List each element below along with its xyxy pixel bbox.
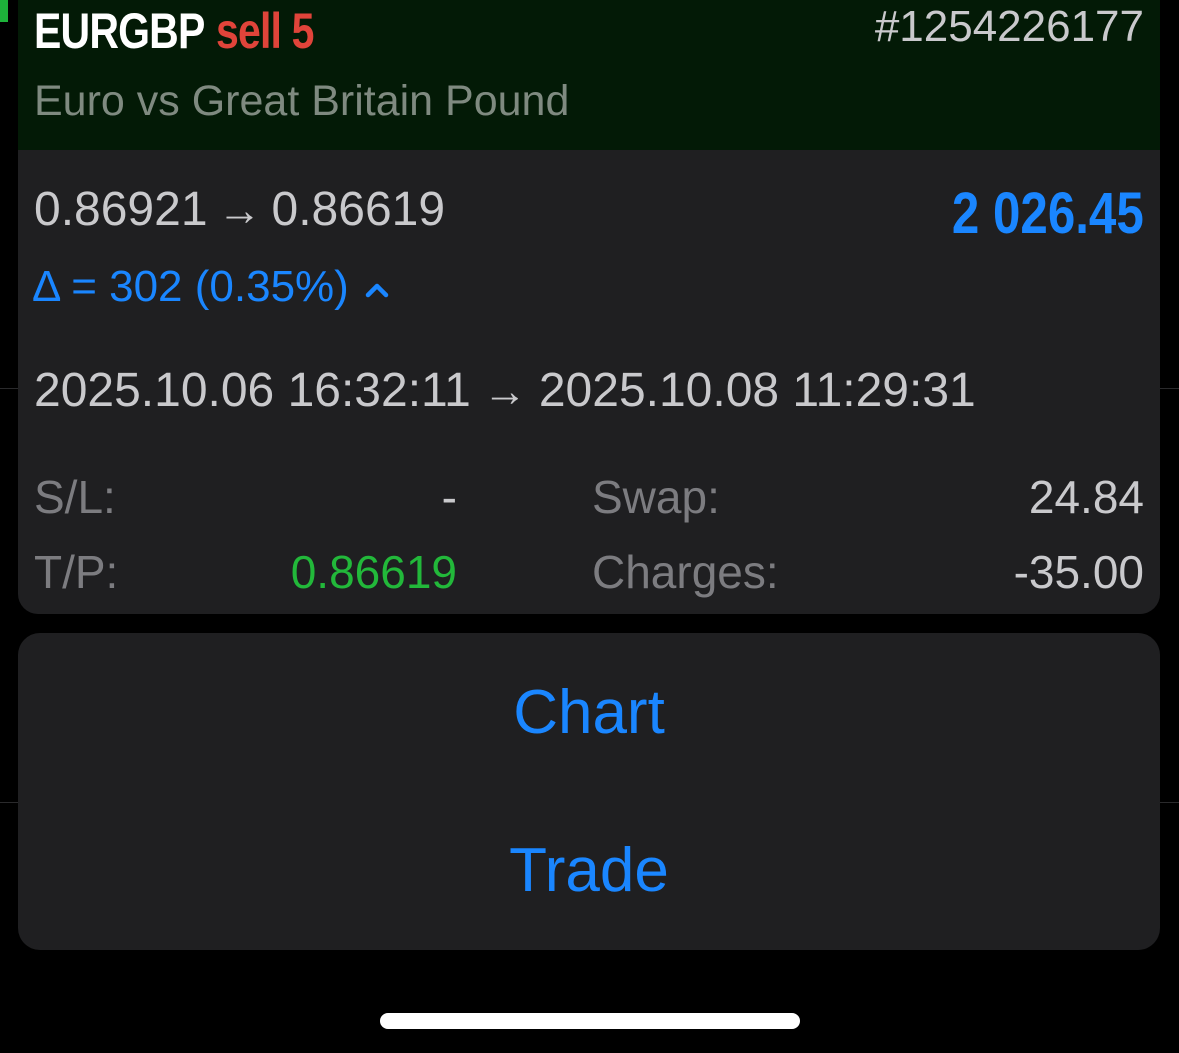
symbol-description: Euro vs Great Britain Pound	[34, 77, 570, 125]
close-price: 0.86619	[271, 183, 446, 236]
action-sheet: Chart Trade	[18, 633, 1160, 950]
background-edge-marker	[0, 0, 8, 22]
swap-value: 24.84	[1028, 471, 1144, 523]
price-range: 0.86921 → 0.86619	[34, 182, 445, 237]
ticket-number: #1254226177	[874, 2, 1144, 51]
time-range: 2025.10.06 16:32:11 → 2025.10.08 11:29:31	[34, 363, 976, 418]
charges-label: Charges:	[592, 546, 779, 598]
home-indicator[interactable]	[380, 1013, 800, 1029]
close-time: 2025.10.08 11:29:31	[538, 364, 976, 417]
open-time: 2025.10.06 16:32:11	[34, 364, 471, 417]
chevron-up-icon	[365, 283, 389, 298]
chart-button[interactable]: Chart	[18, 633, 1160, 791]
delta-toggle[interactable]: Δ = 302 (0.35%)	[32, 262, 391, 312]
price-arrow: →	[217, 186, 262, 235]
swap-label: Swap:	[592, 471, 720, 523]
delta-value: Δ = 302 (0.35%)	[32, 262, 349, 311]
deal-header: EURGBP sell 5 #1254226177 Euro vs Great …	[18, 0, 1160, 150]
screen: EURGBP sell 5 #1254226177 Euro vs Great …	[0, 0, 1179, 1053]
tp-label: T/P:	[34, 546, 119, 598]
deal-card: EURGBP sell 5 #1254226177 Euro vs Great …	[18, 0, 1160, 614]
symbol-name: EURGBP	[34, 3, 205, 59]
sl-label: S/L:	[34, 471, 116, 523]
sl-value: -	[441, 471, 457, 523]
deal-title: EURGBP sell 5	[34, 2, 314, 64]
profit-value: 2 026.45	[952, 181, 1144, 246]
tp-value: 0.86619	[290, 546, 457, 598]
time-arrow: →	[482, 367, 527, 416]
open-price: 0.86921	[34, 183, 208, 236]
side-volume: sell 5	[215, 3, 314, 59]
charges-value: -35.00	[1013, 546, 1144, 598]
trade-button[interactable]: Trade	[18, 791, 1160, 949]
